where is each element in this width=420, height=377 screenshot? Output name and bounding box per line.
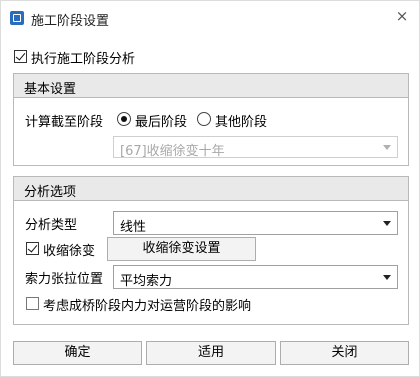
consider-bridge-label[interactable]: 考虑成桥阶段内力对运营阶段的影响 <box>43 295 251 314</box>
calc-until-label: 计算截至阶段 <box>25 115 104 130</box>
analysis-options-group: 分析选项 分析类型 线性 收缩徐变 收缩徐变设置 索力张拉位置 平均索力 考虑成… <box>13 176 409 325</box>
construction-stage-dialog: 施工阶段设置 × 执行施工阶段分析 基本设置 计算截至阶段 最后阶段 其他阶段 … <box>0 0 420 377</box>
close-button[interactable]: 关闭 <box>280 341 409 365</box>
ok-button[interactable]: 确定 <box>13 341 142 365</box>
radio-last-stage-label[interactable]: 最后阶段 <box>135 111 187 130</box>
basic-settings-title: 基本设置 <box>24 82 77 97</box>
analysis-options-header: 分析选项 <box>14 177 408 201</box>
basic-settings-group: 基本设置 计算截至阶段 最后阶段 其他阶段 [67]收缩徐变十年 <box>13 73 409 166</box>
tension-position-value: 平均索力 <box>120 274 173 289</box>
radio-other-stage[interactable] <box>197 112 211 126</box>
shrink-creep-label[interactable]: 收缩徐变 <box>43 240 95 259</box>
chevron-down-icon <box>383 275 391 280</box>
title-bar: 施工阶段设置 × <box>1 1 419 35</box>
analysis-type-value: 线性 <box>120 220 147 235</box>
consider-bridge-checkbox[interactable] <box>26 297 39 310</box>
tension-position-select[interactable]: 平均索力 <box>113 265 398 289</box>
analysis-type-select[interactable]: 线性 <box>113 211 398 235</box>
execute-analysis-checkbox[interactable] <box>14 50 27 63</box>
analysis-options-title: 分析选项 <box>24 185 77 200</box>
apply-button[interactable]: 适用 <box>146 341 276 365</box>
shrink-creep-checkbox[interactable] <box>26 242 39 255</box>
execute-analysis-label[interactable]: 执行施工阶段分析 <box>31 48 135 67</box>
tension-position-label: 索力张拉位置 <box>25 272 104 287</box>
window-title: 施工阶段设置 <box>31 14 110 29</box>
close-icon[interactable]: × <box>393 7 411 25</box>
stage-select-value: [67]收缩徐变十年 <box>120 144 225 159</box>
analysis-type-label: 分析类型 <box>25 218 78 233</box>
basic-settings-header: 基本设置 <box>14 74 408 98</box>
radio-last-stage[interactable] <box>117 112 131 126</box>
chevron-down-icon <box>383 221 391 226</box>
stage-select[interactable]: [67]收缩徐变十年 <box>113 136 398 159</box>
chevron-down-icon <box>383 145 391 150</box>
radio-other-stage-label[interactable]: 其他阶段 <box>215 111 267 130</box>
shrink-creep-settings-button[interactable]: 收缩徐变设置 <box>107 237 256 261</box>
app-icon <box>10 11 24 25</box>
